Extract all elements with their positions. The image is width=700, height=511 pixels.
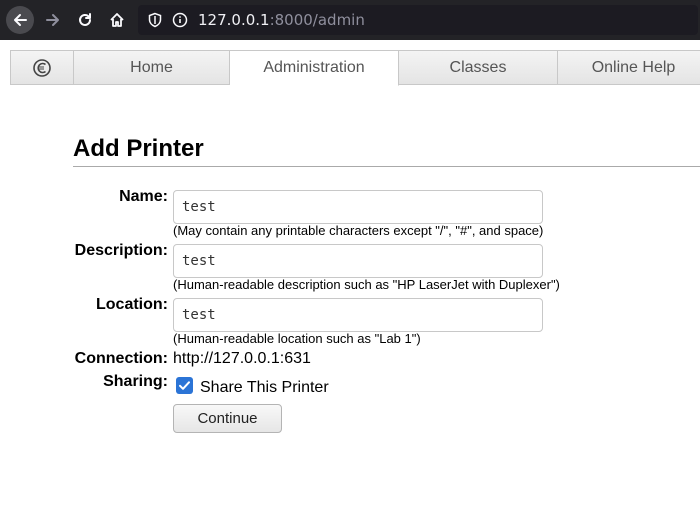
continue-button[interactable]: Continue xyxy=(173,404,282,433)
home-icon xyxy=(110,13,124,27)
description-input[interactable] xyxy=(173,244,543,278)
back-button[interactable] xyxy=(6,6,34,34)
site-info-icon[interactable] xyxy=(172,12,188,28)
description-hint: (Human-readable description such as "HP … xyxy=(173,277,560,292)
url-host: 127.0.0.1 xyxy=(198,11,270,29)
url-path: :8000/admin xyxy=(269,11,365,29)
description-label: Description: xyxy=(74,242,168,259)
cups-logo-tab[interactable] xyxy=(10,50,74,85)
sharing-label: Sharing: xyxy=(103,373,168,390)
location-label: Location: xyxy=(96,296,168,313)
browser-toolbar: 127.0.0.1:8000/admin xyxy=(0,0,700,40)
checkmark-icon xyxy=(179,381,190,390)
forward-button[interactable] xyxy=(39,6,67,34)
main-tab-bar: Home Administration Classes Online Help xyxy=(10,50,700,86)
home-button[interactable] xyxy=(103,6,131,34)
tracking-shield-icon[interactable] xyxy=(147,12,163,28)
share-printer-checkbox[interactable] xyxy=(176,377,193,394)
name-input[interactable] xyxy=(173,190,543,224)
title-divider xyxy=(73,166,700,167)
arrow-right-icon xyxy=(46,14,59,26)
tab-home[interactable]: Home xyxy=(74,50,230,85)
tab-online-help[interactable]: Online Help xyxy=(558,50,700,85)
name-hint: (May contain any printable characters ex… xyxy=(173,223,544,238)
cups-logo-icon xyxy=(33,58,51,77)
tab-administration[interactable]: Administration xyxy=(230,50,399,86)
reload-icon xyxy=(79,13,91,26)
location-input[interactable] xyxy=(173,298,543,332)
location-hint: (Human-readable location such as "Lab 1"… xyxy=(173,331,421,346)
arrow-left-icon xyxy=(14,14,27,26)
connection-value: http://127.0.0.1:631 xyxy=(173,350,311,367)
url-text[interactable]: 127.0.0.1:8000/admin xyxy=(198,10,365,30)
connection-label: Connection: xyxy=(74,350,168,367)
reload-button[interactable] xyxy=(71,6,99,34)
share-printer-label[interactable]: Share This Printer xyxy=(200,379,329,397)
tab-classes[interactable]: Classes xyxy=(399,50,558,85)
name-label: Name: xyxy=(119,188,168,205)
url-bar[interactable]: 127.0.0.1:8000/admin xyxy=(138,5,698,35)
page-title: Add Printer xyxy=(73,135,204,162)
